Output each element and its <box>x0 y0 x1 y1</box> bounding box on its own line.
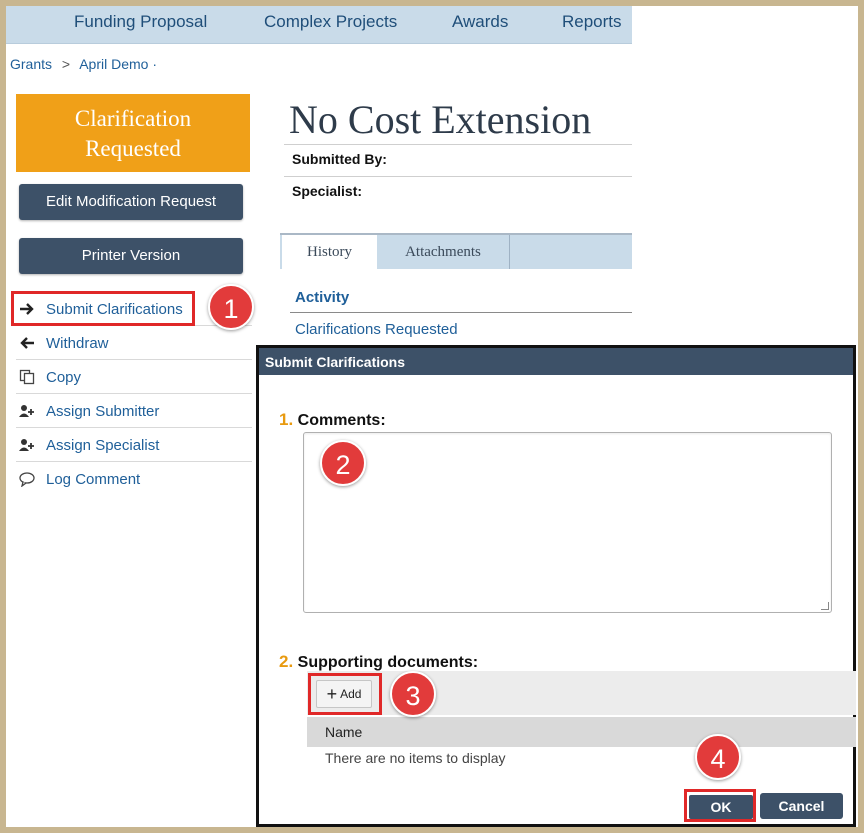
action-label: Log Comment <box>46 471 141 488</box>
nav-complex-projects[interactable]: Complex Projects <box>264 12 397 32</box>
state-label-line2: Requested <box>85 136 181 161</box>
step-badge-1: 1 <box>208 284 254 330</box>
highlight-submit-clarifications <box>11 291 195 326</box>
comments-textarea[interactable] <box>303 432 832 613</box>
resize-handle-icon[interactable] <box>821 602 829 610</box>
edit-modification-request-button[interactable]: Edit Modification Request <box>19 184 243 220</box>
action-label: Withdraw <box>46 335 109 352</box>
project-state-box: Clarification Requested <box>16 94 250 172</box>
action-copy[interactable]: Copy <box>16 360 252 394</box>
activity-item[interactable]: Clarifications Requested <box>295 321 458 338</box>
action-label: Assign Submitter <box>46 403 160 420</box>
submitted-by-label: Submitted By: <box>292 151 387 167</box>
section-number: 1. <box>279 410 294 429</box>
activity-divider <box>290 312 632 313</box>
action-assign-submitter[interactable]: Assign Submitter <box>16 394 252 428</box>
printer-version-button[interactable]: Printer Version <box>19 238 243 274</box>
documents-name-column-header[interactable]: Name <box>307 717 856 747</box>
supporting-documents-label: Supporting documents: <box>297 654 479 671</box>
tab-bar: History Attachments <box>280 233 632 269</box>
highlight-ok-button <box>684 789 756 822</box>
specialist-label: Specialist: <box>292 183 363 199</box>
comments-section-heading: 1. Comments: <box>279 410 386 430</box>
dialog-title: Submit Clarifications <box>259 348 853 375</box>
comment-icon <box>19 471 35 488</box>
nav-funding-proposal[interactable]: Funding Proposal <box>74 12 207 32</box>
nav-awards[interactable]: Awards <box>452 12 508 32</box>
arrow-left-icon <box>19 335 35 351</box>
action-withdraw[interactable]: Withdraw <box>16 326 252 360</box>
comments-label: Comments: <box>297 412 386 429</box>
nav-reports[interactable]: Reports <box>562 12 622 32</box>
top-navigation: Funding Proposal Complex Projects Awards… <box>6 6 632 44</box>
action-log-comment[interactable]: Log Comment <box>16 462 252 496</box>
supporting-documents-heading: 2. Supporting documents: <box>279 652 478 672</box>
breadcrumb-trailing: · <box>152 56 158 72</box>
highlight-add-button <box>308 673 382 715</box>
step-badge-3: 3 <box>390 671 436 717</box>
breadcrumb-april-demo[interactable]: April Demo <box>79 56 148 72</box>
submit-clarifications-dialog: Submit Clarifications 1. Comments: 2. Su… <box>256 345 856 827</box>
action-label: Assign Specialist <box>46 437 160 454</box>
state-label-line1: Clarification <box>74 106 192 131</box>
cancel-button[interactable]: Cancel <box>760 793 843 819</box>
assign-user-icon <box>19 403 35 419</box>
assign-user-icon <box>19 437 35 453</box>
tab-history[interactable]: History <box>282 235 377 269</box>
tab-divider <box>509 235 510 269</box>
activity-column-header[interactable]: Activity <box>295 289 349 306</box>
action-label: Copy <box>46 369 82 386</box>
copy-icon <box>19 369 35 385</box>
tab-attachments[interactable]: Attachments <box>377 235 509 269</box>
breadcrumb-grants[interactable]: Grants <box>10 56 52 72</box>
specialist-row: Specialist: <box>284 176 632 208</box>
action-assign-specialist[interactable]: Assign Specialist <box>16 428 252 462</box>
step-badge-4: 4 <box>695 734 741 780</box>
page-title: No Cost Extension <box>289 97 592 142</box>
step-badge-2: 2 <box>320 440 366 486</box>
section-number: 2. <box>279 652 294 671</box>
submitted-by-row: Submitted By: <box>284 144 632 176</box>
breadcrumb-separator: > <box>61 56 71 72</box>
breadcrumb: Grants > April Demo · <box>10 56 157 72</box>
empty-table-message: There are no items to display <box>325 750 506 766</box>
